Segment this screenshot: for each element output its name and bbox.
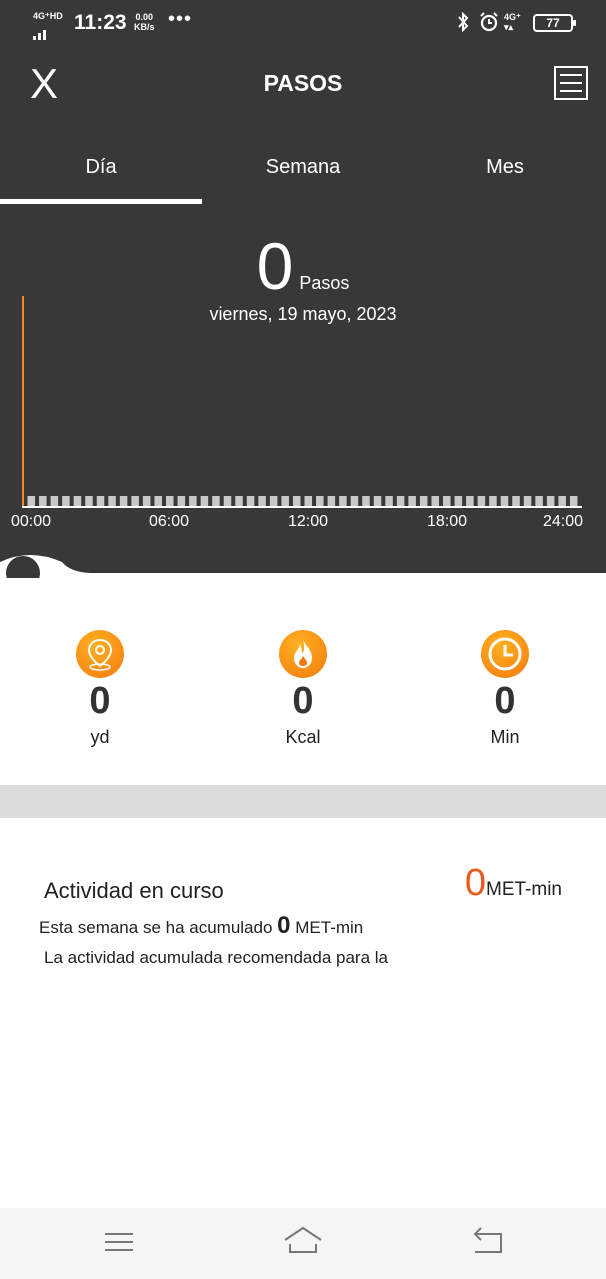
chart-bar: [489, 496, 497, 506]
chart-bar: [223, 496, 232, 506]
chart-bar: [373, 496, 382, 506]
activity-value: 0MET-min: [465, 862, 562, 905]
chart-bar: [500, 496, 509, 506]
network-speed: 0.00 KB/s: [134, 12, 155, 32]
chart-bar: [281, 496, 289, 506]
chart-bar: [73, 496, 82, 506]
chart-bar: [269, 496, 278, 506]
chart-bar: [454, 496, 463, 506]
chart-bar: [131, 496, 139, 506]
chart-bar: [408, 496, 416, 506]
chart-bar: [85, 496, 93, 506]
recommendation-text: La actividad acumulada recomendada para …: [44, 948, 389, 967]
tab-day[interactable]: Día: [0, 140, 202, 204]
chart-bar: [327, 496, 336, 506]
menu-nav-icon[interactable]: [99, 1224, 139, 1260]
chart-bar: [39, 496, 47, 506]
calories-unit: Kcal: [285, 727, 321, 747]
bluetooth-icon: [458, 12, 469, 32]
activity-met-unit: MET-min: [486, 879, 562, 900]
status-bar: 4G⁺HD 11:23 0.00 KB/s ••• 4G⁺ ▾▴ 77: [0, 0, 606, 46]
weekly-accumulated: Esta semana se ha acumulado 0 MET-min: [39, 912, 364, 939]
home-icon[interactable]: [283, 1224, 323, 1260]
time-scrubber[interactable]: [0, 548, 606, 578]
chart-bar: [569, 496, 578, 506]
chart-bar: [512, 496, 520, 506]
chart-bar: [108, 496, 116, 506]
chart-bar: [477, 496, 486, 506]
chart-bar: [466, 496, 474, 506]
chart-bar: [50, 496, 59, 506]
tab-month[interactable]: Mes: [404, 140, 606, 204]
chart-bar: [189, 496, 197, 506]
clock-icon: [481, 630, 529, 678]
duration-unit: Min: [490, 727, 520, 747]
menu-icon[interactable]: [554, 66, 588, 100]
signal-icon: [33, 22, 48, 40]
chart-bar: [558, 496, 566, 506]
calories-metric: 0 Kcal: [243, 630, 363, 748]
section-divider: [0, 785, 606, 818]
distance-metric: 0 yd: [40, 630, 160, 748]
chart-bar: [96, 496, 105, 506]
chart-bar: [177, 496, 186, 506]
status-time: 11:23: [74, 11, 127, 34]
chart-bar: [546, 496, 555, 506]
chart-bar: [385, 496, 393, 506]
chart-bar: [443, 496, 451, 506]
chart-bar: [246, 496, 255, 506]
tab-week[interactable]: Semana: [202, 140, 404, 204]
chart-bar: [419, 496, 428, 506]
calories-value: 0: [292, 680, 314, 722]
back-icon[interactable]: [467, 1224, 507, 1260]
chart-bar: [431, 496, 439, 506]
network-indicator: 4G⁺HD: [33, 11, 63, 21]
x-tick-label: 06:00: [148, 513, 190, 530]
network-type: 4G⁺ ▾▴: [504, 12, 521, 32]
activity-title: Actividad en curso: [44, 878, 224, 903]
x-tick-label: 00:00: [10, 513, 52, 530]
chart-bar: [235, 496, 243, 506]
steps-chart[interactable]: 00:00 06:00 12:00 18:00 24:00: [0, 290, 606, 550]
chart-bar: [119, 496, 128, 506]
chart-bar: [316, 496, 324, 506]
period-tabs: Día Semana Mes: [0, 140, 606, 204]
chart-bar: [535, 496, 543, 506]
alarm-icon: [480, 12, 498, 32]
duration-metric: 0 Min: [445, 630, 565, 748]
page-title: PASOS: [263, 70, 343, 96]
chart-bar: [292, 496, 301, 506]
duration-value: 0: [494, 680, 516, 722]
more-notifications-icon: •••: [168, 8, 193, 30]
chart-bar: [304, 496, 313, 506]
chart-bar: [212, 496, 220, 506]
distance-value: 0: [89, 680, 111, 722]
chart-bar: [62, 496, 70, 506]
chart-bar: [523, 496, 532, 506]
weekly-met-value: 0: [277, 912, 291, 939]
location-pin-icon: [76, 630, 124, 678]
chart-bar: [396, 496, 405, 506]
chart-bar: [362, 496, 370, 506]
activity-met-value: 0: [464, 862, 486, 904]
steps-chart-svg: [22, 296, 582, 508]
battery-icon: 77: [533, 14, 576, 32]
chart-bar: [154, 496, 162, 506]
chart-bar: [27, 496, 36, 506]
system-nav-bar: [0, 1208, 606, 1279]
x-tick-label: 12:00: [287, 513, 329, 530]
chart-bar: [200, 496, 209, 506]
chart-bar: [166, 496, 174, 506]
metrics-row: 0 yd 0 Kcal 0 Min: [0, 630, 606, 770]
x-tick-label: 18:00: [426, 513, 468, 530]
flame-icon: [279, 630, 327, 678]
distance-unit: yd: [90, 727, 110, 747]
x-tick-label: 24:00: [542, 513, 584, 530]
chart-bar: [339, 496, 347, 506]
chart-bar: [258, 496, 266, 506]
chart-bar: [142, 496, 151, 506]
chart-bar: [350, 496, 359, 506]
